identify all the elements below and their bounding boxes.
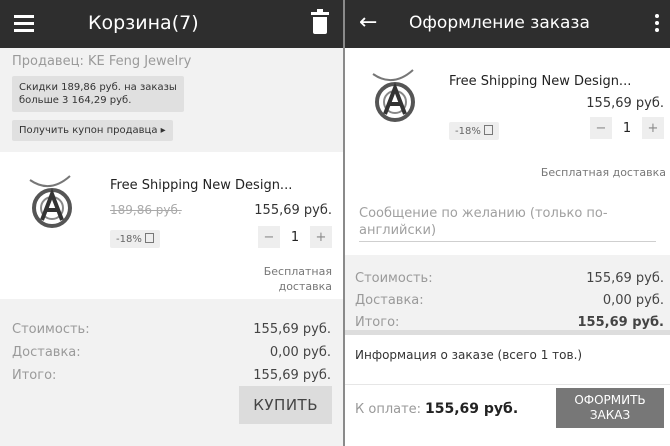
checkout-qty-minus-button[interactable]: −: [590, 117, 612, 139]
place-order-button[interactable]: ОФОРМИТЬ ЗАКАЗ: [556, 388, 664, 428]
cart-total-label: Итого:: [12, 368, 57, 383]
checkout-cost-value: 155,69 руб.: [586, 271, 664, 286]
checkout-app-bar: ← Оформление заказа: [345, 0, 670, 48]
cart-total-value: 155,69 руб.: [253, 368, 331, 383]
checkout-delivery-row: Доставка: 0,00 руб.: [355, 293, 664, 308]
cart-qty-minus-button[interactable]: −: [258, 226, 280, 248]
place-order-label-1: ОФОРМИТЬ: [574, 393, 646, 407]
cart-title: Корзина(7): [88, 12, 199, 34]
buyer-message-input[interactable]: Сообщение по желанию (только по- английс…: [359, 205, 656, 242]
seller-block: Продавец: KE Feng Jewelry Скидки 189,86 …: [0, 48, 343, 152]
cart-cost-row: Стоимость: 155,69 руб.: [12, 322, 331, 337]
overflow-menu-icon[interactable]: [654, 14, 660, 34]
checkout-delivery-label: Доставка:: [355, 293, 424, 308]
checkout-quantity-stepper: − 1 +: [590, 117, 664, 139]
cart-discount-badge: -18%: [110, 230, 160, 248]
screenshot-root: Корзина(7) Продавец: KE Feng Jewelry Ски…: [0, 0, 670, 446]
hamburger-menu-icon[interactable]: [14, 15, 34, 32]
cart-discount-text: -18%: [116, 234, 142, 245]
checkout-discount-text: -18%: [455, 126, 481, 137]
checkout-new-price: 155,69 руб.: [586, 96, 664, 111]
cart-free-shipping-line-1: Бесплатная: [263, 265, 332, 278]
pay-label: К оплате:: [355, 402, 422, 417]
cart-delivery-value: 0,00 руб.: [269, 345, 331, 360]
cart-delivery-row: Доставка: 0,00 руб.: [12, 345, 331, 360]
checkout-cost-label: Стоимость:: [355, 271, 433, 286]
cart-total-row: Итого: 155,69 руб.: [12, 368, 331, 383]
cart-qty-plus-button[interactable]: +: [310, 226, 332, 248]
cart-cost-label: Стоимость:: [12, 322, 90, 337]
get-seller-coupon-button[interactable]: Получить купон продавца ▸: [12, 120, 173, 141]
checkout-product-title[interactable]: Free Shipping New Design...: [449, 74, 631, 89]
checkout-total-row: Итого: 155,69 руб.: [355, 315, 664, 330]
cart-free-shipping-line-2: доставка: [278, 280, 332, 293]
buy-button[interactable]: КУПИТЬ: [239, 386, 332, 424]
cart-delivery-label: Доставка:: [12, 345, 81, 360]
checkout-screen: ← Оформление заказа Free Shipping New De…: [343, 0, 670, 446]
seller-discount-chip: Скидки 189,86 руб. на заказы больше 3 16…: [12, 76, 184, 112]
checkout-free-shipping: Бесплатная доставка: [540, 166, 666, 179]
buyer-message-placeholder-1: Сообщение по желанию (только по-: [359, 206, 608, 221]
checkout-discount-badge: -18%: [449, 122, 499, 140]
discount-line-2: больше 3 164,29 руб.: [19, 95, 132, 106]
checkout-totals-panel: Стоимость: 155,69 руб. Доставка: 0,00 ру…: [345, 255, 670, 330]
coupon-box-icon: [144, 233, 154, 243]
cart-old-price: 189,86 руб.: [110, 203, 182, 217]
checkout-qty-plus-button[interactable]: +: [642, 117, 664, 139]
cart-qty-value[interactable]: 1: [280, 230, 310, 245]
cart-cost-value: 155,69 руб.: [253, 322, 331, 337]
checkout-coupon-box-icon: [483, 125, 493, 135]
buyer-message-placeholder-2: английски): [359, 223, 437, 238]
order-info-label: Информация о заказе (всего 1 тов.): [355, 348, 583, 362]
checkout-product-image[interactable]: [363, 66, 427, 130]
trash-icon[interactable]: [311, 9, 329, 34]
cart-free-shipping: Бесплатная доставка: [264, 264, 332, 294]
discount-line-1: Скидки 189,86 руб. на заказы: [19, 82, 177, 93]
cart-quantity-stepper: − 1 +: [258, 226, 332, 248]
checkout-delivery-value: 0,00 руб.: [602, 293, 664, 308]
checkout-title: Оформление заказа: [409, 13, 590, 33]
checkout-total-value: 155,69 руб.: [577, 315, 665, 330]
seller-name[interactable]: Продавец: KE Feng Jewelry: [12, 54, 331, 69]
place-order-label-2: ЗАКАЗ: [589, 408, 631, 422]
payment-bar: К оплате: 155,69 руб. ОФОРМИТЬ ЗАКАЗ: [345, 384, 670, 446]
checkout-total-label: Итого:: [355, 315, 400, 330]
checkout-qty-value[interactable]: 1: [612, 121, 642, 136]
cart-app-bar: Корзина(7): [0, 0, 343, 48]
pay-amount: 155,69 руб.: [425, 401, 519, 417]
checkout-cost-row: Стоимость: 155,69 руб.: [355, 271, 664, 286]
cart-screen: Корзина(7) Продавец: KE Feng Jewelry Ски…: [0, 0, 343, 446]
product-image[interactable]: [20, 172, 84, 236]
back-arrow-icon[interactable]: ←: [359, 10, 377, 35]
cart-product-title[interactable]: Free Shipping New Design...: [110, 178, 292, 193]
cart-new-price: 155,69 руб.: [254, 203, 332, 218]
order-info-section[interactable]: Информация о заказе (всего 1 тов.): [345, 330, 670, 379]
